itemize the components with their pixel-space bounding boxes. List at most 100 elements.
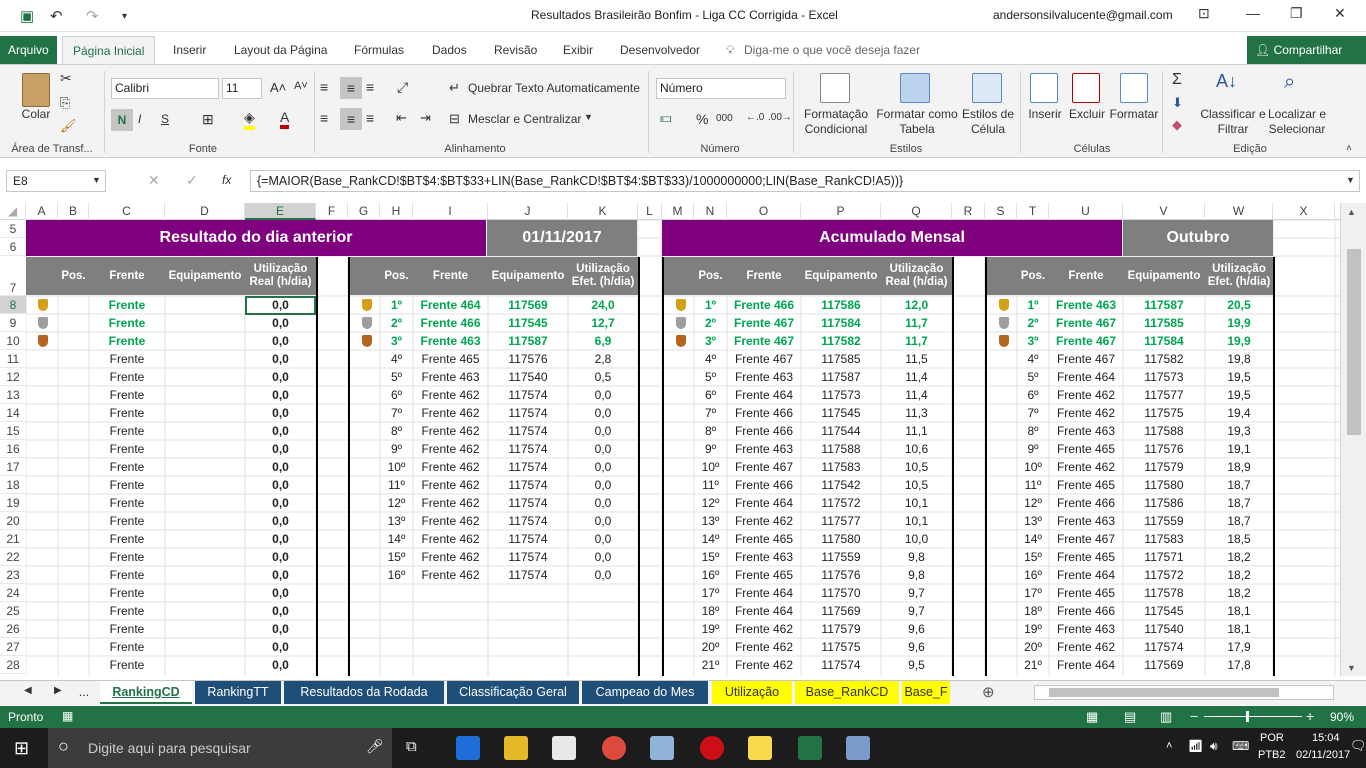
column-header-R[interactable]: R	[952, 203, 985, 220]
opera-icon[interactable]	[700, 736, 724, 760]
row-header-12[interactable]: 12	[0, 368, 26, 386]
column-header-V[interactable]: V	[1123, 203, 1205, 220]
b1-util[interactable]: 0,0	[245, 350, 316, 368]
tab-layout[interactable]: Layout da Página	[230, 36, 331, 64]
align-top-icon[interactable]: ≡	[320, 79, 328, 95]
increase-indent-icon[interactable]: ⇥	[420, 110, 431, 126]
format-table-icon[interactable]	[900, 73, 930, 103]
underline-button[interactable]: S	[161, 112, 169, 126]
font-size-select[interactable]: 11	[222, 78, 262, 99]
row-header-5[interactable]: 5	[0, 220, 26, 238]
italic-button[interactable]: I	[138, 112, 141, 126]
b1-util[interactable]: 0,0	[245, 512, 316, 530]
b1-util[interactable]: 0,0	[245, 368, 316, 386]
b1-util[interactable]: 0,0	[245, 476, 316, 494]
paste-button[interactable]: Colar	[14, 107, 58, 122]
volume-icon[interactable]: 🔊︎	[1210, 739, 1218, 754]
collapse-ribbon-icon[interactable]: ˄	[1346, 143, 1352, 154]
tray-up-icon[interactable]: ˄	[1166, 740, 1172, 752]
notifications-icon[interactable]: 🗨︎	[1350, 738, 1366, 754]
b1-util[interactable]: 0,0	[245, 602, 316, 620]
sheet-tab-2[interactable]: RankingTT	[195, 681, 281, 704]
b1-util[interactable]: 0,0	[245, 332, 316, 350]
cancel-icon[interactable]: ✕	[148, 172, 160, 189]
decrease-decimal-icon[interactable]: .00→	[768, 112, 792, 123]
taskbar-search[interactable]: Digite aqui para pesquisar	[48, 728, 392, 768]
sort-filter-icon[interactable]: A↓	[1216, 71, 1237, 92]
name-box[interactable]: E8	[6, 170, 106, 192]
fill-color-icon[interactable]: ◈	[244, 109, 255, 130]
column-header-G[interactable]: G	[348, 203, 380, 220]
customize-quick-access-icon[interactable]: ▾	[122, 11, 127, 22]
row-header-17[interactable]: 17	[0, 458, 26, 476]
tab-inserir[interactable]: Inserir	[169, 36, 210, 64]
save-icon[interactable]: ▣	[20, 7, 34, 25]
merge-dropdown-icon[interactable]: ▼	[584, 112, 593, 122]
worksheet-grid[interactable]: Resultado do dia anterior 01/11/2017 Acu…	[26, 220, 1340, 676]
row-header-20[interactable]: 20	[0, 512, 26, 530]
column-header-F[interactable]: F	[316, 203, 348, 220]
font-name-select[interactable]: Calibri	[111, 78, 219, 99]
number-format-select[interactable]: Número	[656, 78, 786, 99]
insert-cells-button[interactable]: Inserir	[1024, 107, 1066, 122]
align-right-icon[interactable]: ≡	[366, 110, 374, 126]
b1-util[interactable]: 0,0	[245, 458, 316, 476]
task-view-icon[interactable]: ⧉	[406, 738, 417, 755]
clear-icon[interactable]: ◆	[1172, 117, 1182, 133]
paste-icon[interactable]	[22, 73, 50, 107]
next-sheet-icon[interactable]: ▶	[54, 685, 62, 696]
selected-cell-E8[interactable]	[245, 296, 316, 315]
column-header-N[interactable]: N	[694, 203, 727, 220]
wrap-text-button[interactable]: Quebrar Texto Automaticamente	[468, 81, 640, 95]
delete-cells-button[interactable]: Excluir	[1066, 107, 1108, 122]
row-header-24[interactable]: 24	[0, 584, 26, 602]
row-header-22[interactable]: 22	[0, 548, 26, 566]
zoom-slider-thumb[interactable]	[1246, 711, 1249, 722]
b1-util[interactable]: 0,0	[245, 584, 316, 602]
row-header-14[interactable]: 14	[0, 404, 26, 422]
copy-icon[interactable]: ⎘	[60, 95, 70, 111]
column-header-P[interactable]: P	[801, 203, 881, 220]
column-header-E[interactable]: E	[245, 203, 316, 220]
wifi-icon[interactable]: 📶︎	[1188, 739, 1203, 753]
conditional-format-icon[interactable]	[820, 73, 850, 103]
row-header-10[interactable]: 10	[0, 332, 26, 350]
new-sheet-icon[interactable]: ⊕	[982, 683, 995, 701]
zoom-slider[interactable]	[1204, 716, 1302, 717]
tab-exibir[interactable]: Exibir	[559, 36, 597, 64]
b1-util[interactable]: 0,0	[245, 314, 316, 332]
increase-decimal-icon[interactable]: ←.0	[746, 112, 764, 123]
enter-icon[interactable]: ✓	[186, 172, 198, 189]
sheet-tab-3[interactable]: Resultados da Rodada	[284, 681, 444, 704]
scrollbar-thumb[interactable]	[1347, 249, 1361, 435]
sheet-tab-1[interactable]: RankingCD	[100, 681, 192, 704]
sheet-tab-5[interactable]: Campeao do Mes	[582, 681, 708, 704]
align-center-icon[interactable]: ≡	[340, 108, 362, 130]
macro-record-icon[interactable]: ▦	[62, 709, 73, 723]
app-icon[interactable]	[650, 736, 674, 760]
expand-formula-icon[interactable]: ▼	[1346, 175, 1355, 185]
row-header-18[interactable]: 18	[0, 476, 26, 494]
keyboard-icon[interactable]: ⌨	[1232, 739, 1249, 753]
b1-util[interactable]: 0,0	[245, 656, 316, 674]
row-header-11[interactable]: 11	[0, 350, 26, 368]
tab-formulas[interactable]: Fórmulas	[350, 36, 408, 64]
b1-util[interactable]: 0,0	[245, 440, 316, 458]
redo-icon[interactable]: ↷	[86, 7, 99, 25]
column-header-H[interactable]: H	[380, 203, 413, 220]
paint-icon[interactable]	[846, 736, 870, 760]
row-header-19[interactable]: 19	[0, 494, 26, 512]
file-explorer-icon[interactable]	[504, 736, 528, 760]
sheet-tab-8[interactable]: Base_F	[902, 681, 950, 704]
column-header-L[interactable]: L	[638, 203, 662, 220]
fill-icon[interactable]: ⬇	[1172, 95, 1183, 111]
merge-center-button[interactable]: Mesclar e Centralizar	[468, 112, 581, 126]
minimize-icon[interactable]: —	[1246, 5, 1260, 21]
sheet-tab-6[interactable]: Utilização	[712, 681, 792, 704]
column-header-A[interactable]: A	[26, 203, 58, 220]
align-bottom-icon[interactable]: ≡	[366, 79, 374, 95]
b1-util[interactable]: 0,0	[245, 548, 316, 566]
prev-sheet-icon[interactable]: ◀	[24, 685, 32, 696]
zoom-out-icon[interactable]: −	[1190, 708, 1198, 724]
undo-icon[interactable]: ↶	[50, 7, 63, 25]
